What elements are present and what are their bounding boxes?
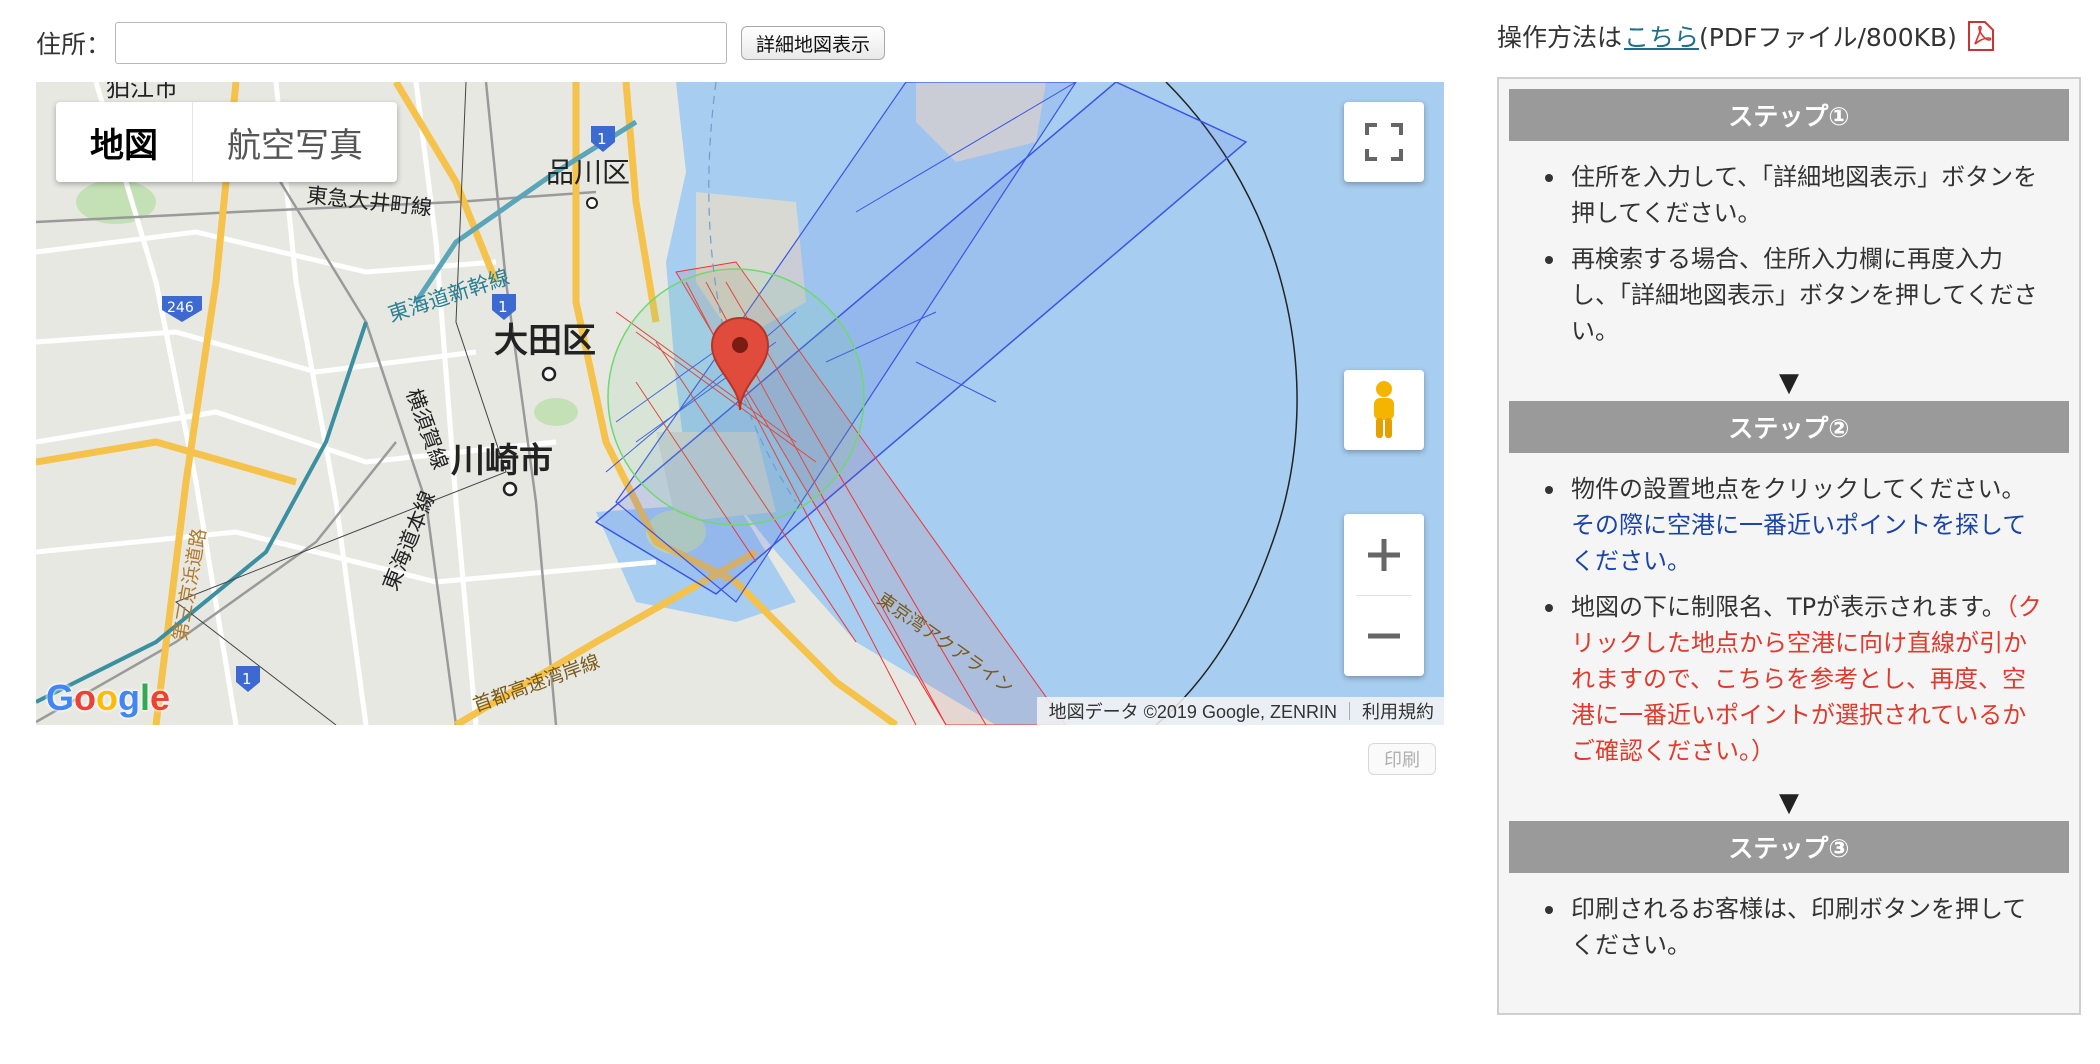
restriction-circle-green [607, 268, 865, 526]
address-search-row: 住所： 詳細地図表示 [36, 20, 886, 66]
map-attribution: 地図データ ©2019 Google, ZENRIN 利用規約 [1036, 697, 1444, 725]
step-2-header: ステップ② [1509, 401, 2069, 453]
terms-link[interactable]: 利用規約 [1362, 698, 1434, 724]
svg-text:1: 1 [498, 298, 508, 316]
park-area [534, 398, 578, 426]
list-item: 物件の設置地点をクリックしてください。その際に空港に一番近いポイントを探してくだ… [1545, 471, 2049, 579]
howto-line: 操作方法は こちら (PDFファイル/800KB) [1497, 18, 1995, 54]
pegman-icon [1374, 381, 1394, 438]
map-type-satellite[interactable]: 航空写真 [193, 102, 397, 182]
svg-text:1: 1 [242, 670, 252, 688]
list-item: 地図の下に制限名、TPが表示されます。（クリックした地点から空港に向け直線が引か… [1545, 589, 2049, 769]
svg-text:246: 246 [167, 300, 194, 316]
step-1-body: 住所を入力して、「詳細地図表示」ボタンを押してください。 再検索する場合、住所入… [1509, 141, 2069, 369]
place-label-shinagawa: 品川区 [546, 156, 630, 189]
svg-text:1: 1 [597, 130, 607, 148]
step-3-body: 印刷されるお客様は、印刷ボタンを押してください。 [1509, 873, 2069, 983]
address-input[interactable] [115, 22, 728, 64]
place-label-ota: 大田区 [494, 321, 596, 361]
zoom-out-icon [1368, 633, 1400, 638]
fullscreen-button[interactable] [1344, 102, 1424, 182]
place-label-komae: 狛江市 [106, 82, 178, 102]
blue-note: その際に空港に一番近いポイントを探してください。 [1571, 511, 2027, 575]
down-arrow-icon: ▼ [1779, 788, 1799, 818]
list-item: 印刷されるお客様は、印刷ボタンを押してください。 [1545, 891, 2049, 963]
google-logo: Google [46, 677, 171, 718]
zoom-in-icon [1368, 538, 1400, 571]
route-shield: 1 [492, 294, 516, 320]
zoom-control [1344, 514, 1424, 676]
route-shield: 1 [236, 666, 260, 692]
road-label-wangan: 首都高速湾岸線 [470, 651, 603, 717]
attribution-text: 地図データ ©2019 Google, ZENRIN [1048, 702, 1337, 722]
down-arrow-icon: ▼ [1779, 368, 1799, 398]
map-type-control: 地図 航空写真 [56, 102, 397, 182]
street-view-button[interactable] [1344, 370, 1424, 450]
howto-prefix: 操作方法は [1497, 23, 1623, 52]
print-button[interactable]: 印刷 [1368, 743, 1436, 775]
howto-suffix: (PDFファイル/800KB) [1699, 23, 1957, 52]
route-shield: 246 [162, 296, 202, 322]
address-label: 住所： [36, 30, 112, 59]
step-3-header: ステップ③ [1509, 821, 2069, 873]
zoom-out-button[interactable] [1344, 596, 1424, 676]
step-1-header: ステップ① [1509, 89, 2069, 141]
help-panel: ステップ① 住所を入力して、「詳細地図表示」ボタンを押してください。 再検索する… [1497, 77, 2081, 1015]
list-item: 住所を入力して、「詳細地図表示」ボタンを押してください。 [1545, 159, 2049, 231]
list-item: 再検索する場合、住所入力欄に再度入力し、「詳細地図表示」ボタンを押してください。 [1545, 241, 2049, 349]
detail-map-button[interactable]: 詳細地図表示 [741, 26, 886, 60]
howto-link[interactable]: こちら [1624, 18, 1699, 54]
map-type-roadmap[interactable]: 地図 [56, 102, 193, 182]
zoom-in-button[interactable] [1344, 515, 1424, 595]
fullscreen-icon [1365, 123, 1403, 161]
pdf-icon [1967, 21, 1994, 51]
place-label-kawasaki: 川崎市 [451, 441, 553, 481]
step-2-body: 物件の設置地点をクリックしてください。その際に空港に一番近いポイントを探してくだ… [1509, 453, 2069, 789]
line-label-oimachi: 東急大井町線 [305, 183, 433, 220]
map-view[interactable]: 狛江市 品川区 大田区 川崎市 東急大井町線 東海道新幹線 横須賀線 東海道本線… [36, 82, 1444, 725]
